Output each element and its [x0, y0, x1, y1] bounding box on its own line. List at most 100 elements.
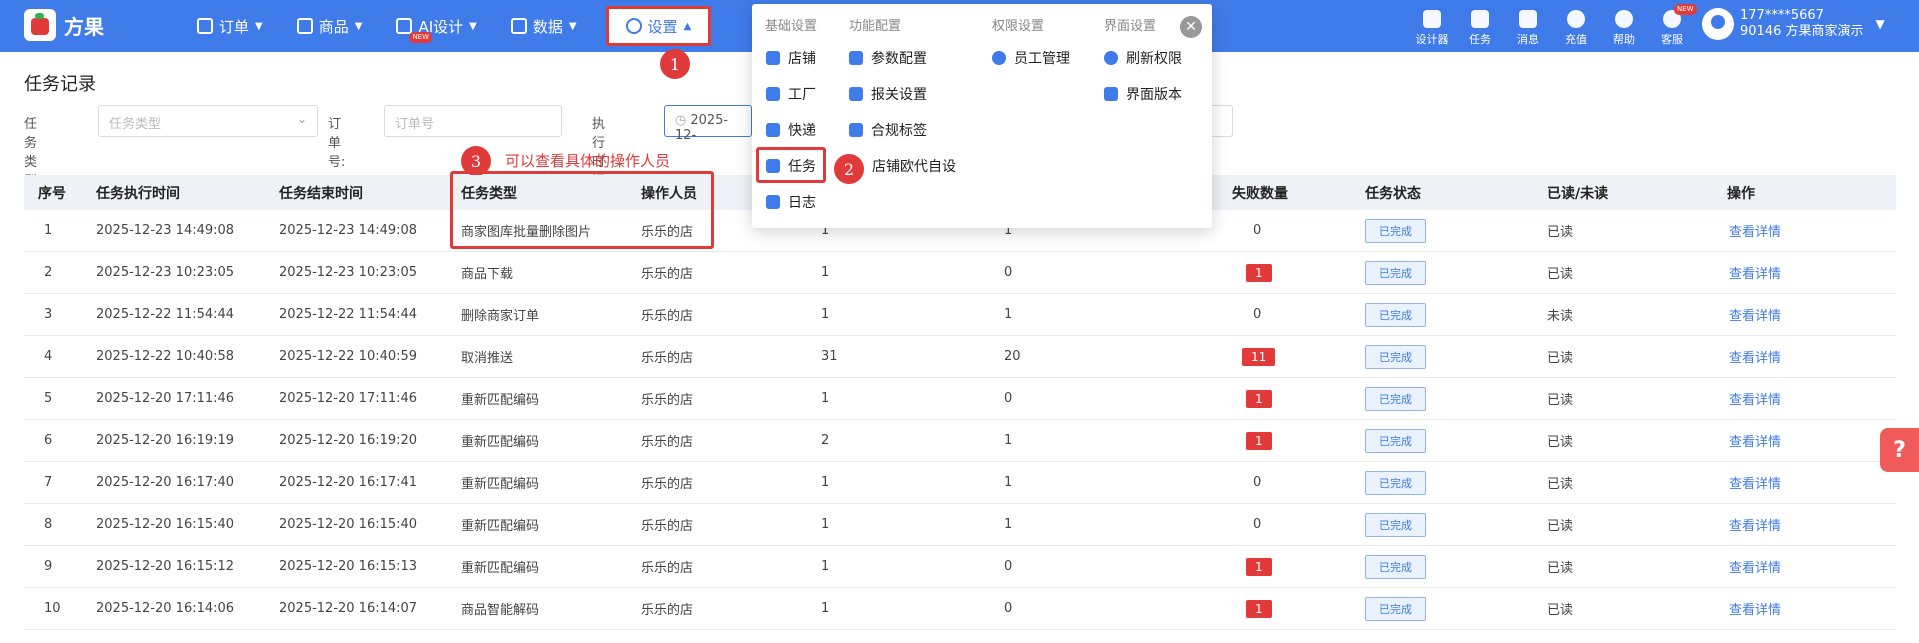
dropdown-header-basic: 基础设置: [765, 19, 818, 34]
tool-label: 帮助: [1613, 33, 1635, 46]
order-number-label: 订单号:: [328, 117, 346, 170]
cell-read-state: 已读: [1547, 603, 1574, 618]
view-details-link[interactable]: 查看详情: [1729, 305, 1781, 324]
tool-recharge[interactable]: 充值: [1552, 6, 1600, 47]
user-menu[interactable]: 177****5667 90146 方果商家演示 ▼: [1702, 8, 1885, 40]
menu-item-refresh[interactable]: 刷新权限: [1104, 48, 1182, 68]
cell-no: 1: [44, 223, 53, 238]
table-row: 9 2025-12-20 16:15:12 2025-12-20 16:15:13 重…: [24, 546, 1896, 588]
table-row: 5 2025-12-20 17:11:46 2025-12-20 17:11:46 重…: [24, 378, 1896, 420]
ai-icon: [396, 18, 413, 34]
menu-label: 店铺: [788, 51, 816, 67]
floating-help-button[interactable]: ?: [1880, 428, 1919, 472]
menu-label: 员工管理: [1014, 51, 1070, 67]
col-header-end: 任务结束时间: [279, 185, 363, 202]
cell-read-state: 已读: [1547, 225, 1574, 240]
view-details-link[interactable]: 查看详情: [1729, 263, 1781, 282]
cell-no: 3: [44, 307, 53, 322]
logo-icon: [24, 9, 56, 41]
dropdown-header-permission: 权限设置: [992, 19, 1045, 34]
menu-item-params[interactable]: 参数配置: [849, 48, 927, 68]
cell-success: 0: [1004, 391, 1013, 406]
close-icon[interactable]: ✕: [1180, 16, 1202, 38]
log-icon: [766, 195, 780, 209]
view-details-link[interactable]: 查看详情: [1729, 599, 1781, 618]
col-header-action: 操作: [1727, 185, 1755, 202]
main-nav: 订单 ▼ 商品 ▼ NEW AI设计 ▼ 数据 ▼ 设置 ▲: [180, 0, 712, 52]
menu-item-customs[interactable]: 报关设置: [849, 84, 927, 104]
view-details-link[interactable]: 查看详情: [1729, 389, 1781, 408]
tool-message[interactable]: 消息: [1504, 6, 1552, 47]
view-details-link[interactable]: 查看详情: [1729, 557, 1781, 576]
page-title: 任务记录: [24, 74, 96, 95]
menu-item-express[interactable]: 快递: [766, 120, 816, 140]
cell-read-state: 已读: [1547, 267, 1574, 282]
menu-item-factory[interactable]: 工厂: [766, 84, 816, 104]
cell-total: 1: [821, 307, 830, 322]
nav-data[interactable]: 数据 ▼: [494, 0, 594, 52]
view-details-link[interactable]: 查看详情: [1729, 221, 1781, 240]
nav-goods[interactable]: 商品 ▼: [280, 0, 380, 52]
cell-start-time: 2025-12-20 17:11:46: [96, 391, 235, 406]
gear-icon: [625, 18, 642, 34]
menu-item-log[interactable]: 日志: [766, 192, 816, 212]
view-details-link[interactable]: 查看详情: [1729, 473, 1781, 492]
nav-settings[interactable]: 设置 ▲: [605, 6, 712, 46]
exec-time-picker[interactable]: ◷ 2025-12-: [664, 105, 752, 143]
tool-label: 客服: [1661, 33, 1683, 46]
menu-item-compliance-label[interactable]: 合规标签: [849, 120, 927, 140]
cell-total: 1: [821, 601, 830, 616]
cell-task-type: 重新匹配编码: [461, 561, 540, 576]
view-details-link[interactable]: 查看详情: [1729, 515, 1781, 534]
cell-operator: 乐乐的店: [641, 477, 694, 492]
cell-success: 0: [1004, 265, 1013, 280]
view-details-link[interactable]: 查看详情: [1729, 431, 1781, 450]
tool-task[interactable]: 任务: [1456, 6, 1504, 47]
cell-start-time: 2025-12-23 10:23:05: [96, 265, 235, 280]
tool-service[interactable]: NEW 客服: [1648, 4, 1697, 47]
caret-down-icon: ▼: [354, 20, 363, 32]
nav-orders[interactable]: 订单 ▼: [180, 0, 280, 52]
view-details-link[interactable]: 查看详情: [1729, 347, 1781, 366]
cell-read-state: 未读: [1547, 309, 1574, 324]
col-header-read: 已读/未读: [1547, 185, 1609, 202]
cell-total: 1: [821, 475, 830, 490]
cell-success: 1: [1004, 475, 1013, 490]
cell-end-time: 2025-12-23 10:23:05: [279, 265, 418, 280]
cell-task-type: 重新匹配编码: [461, 435, 540, 450]
tool-help[interactable]: 帮助: [1600, 6, 1648, 47]
menu-label: 界面版本: [1126, 87, 1182, 103]
fail-count-badge: 1: [1246, 431, 1272, 450]
cell-end-time: 2025-12-22 11:54:44: [279, 307, 418, 322]
cell-operator: 乐乐的店: [641, 267, 694, 282]
exec-time-picker-end[interactable]: [1212, 105, 1233, 137]
cell-end-time: 2025-12-20 16:19:20: [279, 433, 418, 448]
col-header-fail: 失败数量: [1232, 185, 1288, 202]
menu-item-version[interactable]: 界面版本: [1104, 84, 1182, 104]
cell-total: 31: [821, 349, 838, 364]
menu-item-store[interactable]: 店铺: [766, 48, 816, 68]
highlight-box-operator: [450, 171, 714, 249]
tool-designer[interactable]: 设计器: [1408, 6, 1456, 47]
order-number-input[interactable]: 订单号: [384, 105, 562, 137]
task-type-select[interactable]: 任务类型 ⌄: [98, 105, 318, 137]
version-icon: [1104, 87, 1118, 101]
table-row: 8 2025-12-20 16:15:40 2025-12-20 16:15:40 重…: [24, 504, 1896, 546]
status-badge: 已完成: [1365, 218, 1426, 243]
caret-down-icon: ▼: [255, 20, 263, 32]
status-badge: 已完成: [1365, 302, 1426, 327]
caret-down-icon: ▼: [469, 20, 477, 32]
cell-operator: 乐乐的店: [641, 393, 694, 408]
menu-item-staff[interactable]: 员工管理: [992, 48, 1070, 68]
menu-label: 合规标签: [871, 123, 927, 139]
cell-operator: 乐乐的店: [641, 603, 694, 618]
nav-ai-design[interactable]: NEW AI设计 ▼: [379, 0, 493, 52]
fail-count-badge: 11: [1242, 347, 1276, 366]
cell-start-time: 2025-12-23 14:49:08: [96, 223, 235, 238]
app-logo[interactable]: 方果: [24, 9, 104, 41]
cell-no: 4: [44, 349, 53, 364]
menu-item-eu-rep[interactable]: 店铺欧代自设: [872, 156, 956, 176]
dropdown-header-function: 功能配置: [849, 19, 902, 34]
label-icon: [849, 123, 863, 137]
staff-icon: [992, 51, 1006, 65]
